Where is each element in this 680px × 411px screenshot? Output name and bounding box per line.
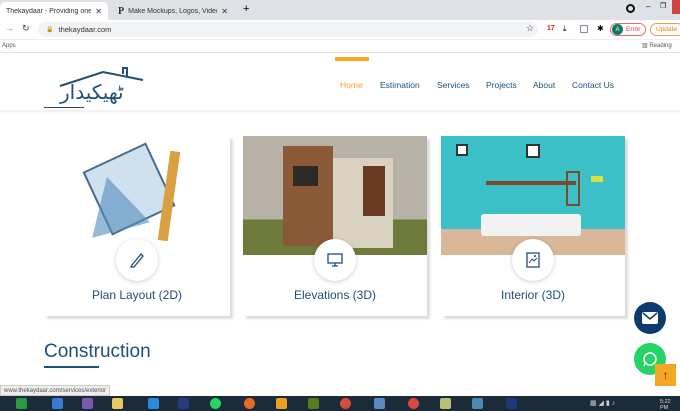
url-text: thekaydaar.com: [58, 25, 112, 34]
section-title: Construction: [44, 341, 151, 362]
system-tray-icons[interactable]: ▦ ◢ ▮ ♪: [590, 399, 615, 407]
taskbar-app-icon[interactable]: [82, 398, 93, 409]
monitor-icon: [314, 239, 356, 281]
puzzle-icon[interactable]: ✱: [597, 24, 604, 33]
scroll-top-button[interactable]: ↑: [655, 364, 676, 386]
taskbar-dreamweaver-icon[interactable]: [308, 398, 319, 409]
taskbar-chrome-icon[interactable]: [340, 398, 351, 409]
elevations-image: [243, 136, 427, 255]
card-label: Elevations (3D): [293, 288, 377, 302]
taskbar-whatsapp-icon[interactable]: [210, 398, 221, 409]
taskbar-app-icon[interactable]: [16, 398, 27, 409]
card-plan-layout[interactable]: Plan Layout (2D): [44, 136, 230, 316]
taskbar-app-icon[interactable]: [440, 398, 451, 409]
logo-text: ٹھیکیدار: [60, 80, 124, 104]
logo[interactable]: ٹھیکیدار: [58, 64, 168, 106]
profile-error-button[interactable]: A Error: [610, 23, 647, 36]
reading-list-button[interactable]: ▥ Reading: [642, 42, 672, 49]
logo-underline: [44, 107, 84, 108]
email-button[interactable]: [634, 302, 666, 334]
pencil-icon: [116, 239, 158, 281]
clock[interactable]: 5:22 PM: [660, 399, 680, 411]
close-icon[interactable]: ✕: [221, 7, 228, 16]
forward-button[interactable]: →: [5, 23, 14, 33]
avatar: A: [612, 24, 623, 35]
section-underline: [44, 366, 99, 368]
status-bar-url: www.thekaydaar.com/services/exterior: [0, 385, 111, 396]
card-interior[interactable]: Interior (3D): [441, 136, 625, 316]
nav-services[interactable]: Services: [437, 80, 470, 90]
taskbar-folder-icon[interactable]: [112, 398, 123, 409]
nav-projects[interactable]: Projects: [486, 80, 517, 90]
nav-estimation[interactable]: Estimation: [380, 80, 420, 90]
apps-bookmark[interactable]: Apps: [2, 43, 16, 49]
active-nav-indicator: [335, 57, 369, 61]
tab-mockups[interactable]: PMake Mockups, Logos, Videos a ✕: [112, 2, 234, 20]
card-label: Plan Layout (2D): [91, 288, 183, 302]
address-bar[interactable]: 🔒 thekaydaar.com: [38, 22, 538, 37]
lock-icon: 🔒: [46, 27, 54, 33]
close-icon[interactable]: ✕: [95, 7, 102, 16]
taskbar-app-icon[interactable]: [276, 398, 287, 409]
error-label: Error: [626, 26, 641, 33]
bookmarks-bar: [0, 40, 680, 53]
nav-home[interactable]: Home: [340, 80, 363, 90]
update-button[interactable]: Update: [650, 23, 680, 36]
minimize-button[interactable]: –: [646, 2, 650, 11]
nav-about[interactable]: About: [533, 80, 555, 90]
taskbar-app-icon[interactable]: [374, 398, 385, 409]
taskbar-app-icon[interactable]: [178, 398, 189, 409]
extension-icon[interactable]: 17: [547, 25, 555, 32]
taskbar-app-icon[interactable]: [472, 398, 483, 409]
download-icon[interactable]: ⤓: [563, 24, 567, 34]
taskbar-ie-icon[interactable]: [148, 398, 159, 409]
plan-layout-image: [44, 136, 230, 255]
nav-contact-us[interactable]: Contact Us: [572, 80, 614, 90]
record-icon[interactable]: [626, 4, 635, 13]
screenshot-icon[interactable]: [580, 25, 588, 33]
tab-title: Make Mockups, Logos, Videos a: [128, 7, 217, 15]
tab-title: Thekaydaar - Providing one sto: [6, 7, 92, 15]
taskbar-firefox-icon[interactable]: [244, 398, 255, 409]
arrow-up-icon: ↑: [662, 368, 669, 382]
restore-button[interactable]: ❐: [660, 2, 666, 10]
taskbar-photoshop-icon[interactable]: [506, 398, 517, 409]
taskbar-chrome-icon[interactable]: [408, 398, 419, 409]
new-tab-button[interactable]: +: [243, 3, 249, 15]
star-icon[interactable]: ☆: [526, 23, 534, 34]
interior-image: [441, 136, 625, 255]
image-icon: [512, 239, 554, 281]
card-elevations[interactable]: Elevations (3D): [243, 136, 427, 316]
card-label: Interior (3D): [500, 288, 565, 302]
taskbar-app-icon[interactable]: [52, 398, 63, 409]
mail-icon: [642, 312, 658, 324]
close-window-button[interactable]: [672, 0, 680, 14]
p-logo-icon: P: [118, 5, 125, 17]
reload-button[interactable]: ↻: [22, 23, 30, 34]
tab-thekaydaar[interactable]: Thekaydaar - Providing one sto✕: [0, 2, 108, 20]
reading-label: Reading: [649, 43, 672, 49]
update-label: Update: [656, 26, 677, 33]
